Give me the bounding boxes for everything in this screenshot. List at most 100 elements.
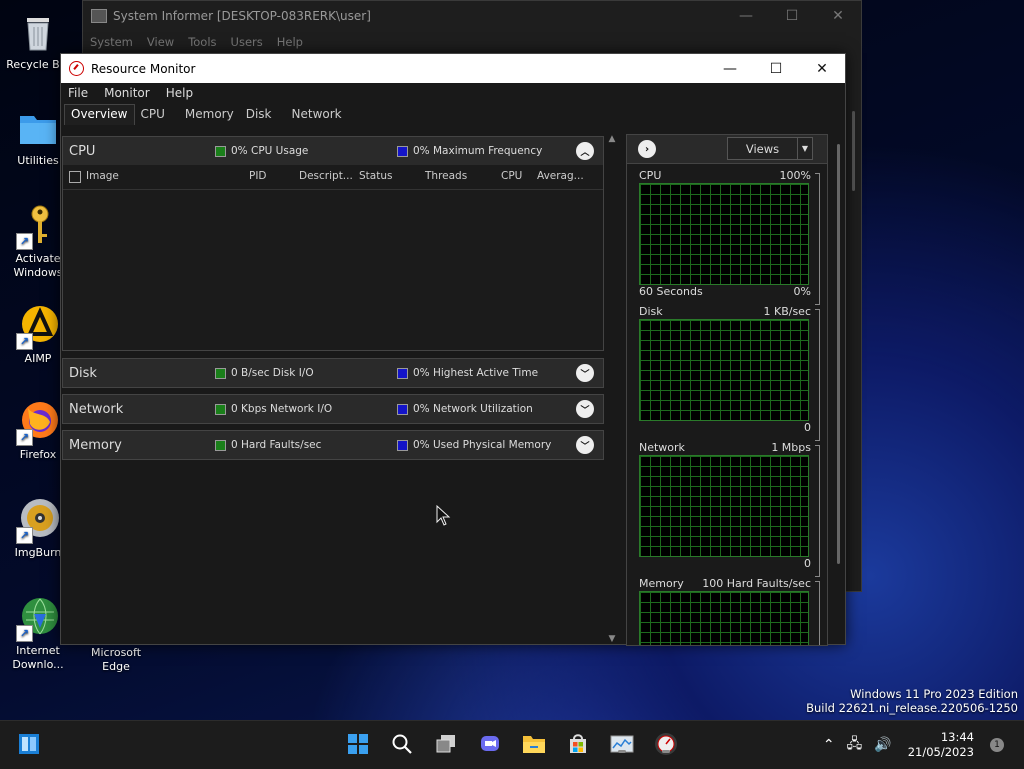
menu-help[interactable]: Help	[277, 35, 303, 49]
chart-min: 0	[804, 421, 811, 434]
cpu-panel-header[interactable]: CPU 0% CPU Usage 0% Maximum Frequency ︿	[63, 137, 603, 165]
tab-disk[interactable]: Disk	[240, 105, 278, 125]
microsoft-store-icon[interactable]	[565, 731, 591, 757]
column-average[interactable]: Averag...	[537, 170, 584, 182]
chart-label: Memory	[639, 577, 684, 590]
panel-title: Memory	[69, 437, 122, 453]
green-legend-square	[215, 403, 226, 415]
scrollbar-thumb[interactable]	[837, 144, 840, 564]
disk-panel[interactable]: Disk 0 B/sec Disk I/O 0% Highest Active …	[62, 358, 604, 388]
views-label: Views	[745, 141, 780, 156]
menu-users[interactable]: Users	[231, 35, 263, 49]
views-dropdown[interactable]: Views ▼	[727, 137, 813, 160]
chart-pane-scrollbar[interactable]	[836, 134, 842, 624]
disk-io-metric: 0 B/sec Disk I/O	[215, 367, 314, 379]
menu-monitor[interactable]: Monitor	[104, 86, 150, 100]
column-status[interactable]: Status	[359, 170, 392, 182]
resource-monitor-window[interactable]: Resource Monitor — ☐ ✕ File Monitor Help…	[60, 53, 846, 646]
chart-bracket	[815, 445, 820, 577]
show-hidden-icons-chevron-up-icon[interactable]: ⌃	[823, 737, 835, 753]
tab-network[interactable]: Network	[286, 105, 348, 125]
scroll-down-arrow-icon[interactable]: ▼	[607, 634, 617, 644]
idm-icon: ↗	[16, 596, 60, 642]
column-pid[interactable]: PID	[249, 170, 267, 182]
select-all-checkbox[interactable]	[69, 171, 81, 183]
menu-file[interactable]: File	[68, 86, 88, 100]
clock[interactable]: 13:44 21/05/2023	[908, 730, 974, 760]
tab-cpu[interactable]: CPU	[135, 105, 171, 125]
scrollbar[interactable]	[852, 111, 855, 191]
metric-text: 0% Used Physical Memory	[413, 439, 552, 451]
expand-chevron-down-icon[interactable]: ﹀	[576, 364, 594, 382]
system-informer-menubar: System View Tools Users Help	[83, 31, 861, 53]
memory-panel-header[interactable]: Memory 0 Hard Faults/sec 0% Used Physica…	[63, 431, 603, 459]
shortcut-arrow-icon: ↗	[16, 527, 33, 544]
recycle-bin-icon	[16, 10, 60, 54]
notification-badge[interactable]: 1	[990, 738, 1004, 752]
file-explorer-icon[interactable]	[521, 731, 547, 757]
volume-icon[interactable]: 🔊	[874, 737, 891, 753]
metric-text: 0 B/sec Disk I/O	[231, 367, 314, 379]
minimize-button[interactable]: —	[707, 54, 753, 83]
search-icon[interactable]	[389, 731, 415, 757]
desktop-icon-microsoft-edge[interactable]: Microsoft Edge	[78, 646, 154, 674]
menu-system[interactable]: System	[90, 35, 133, 49]
watermark-build: Build 22621.ni_release.220506-1250	[806, 701, 1018, 715]
cpu-chart: CPU 100% 60 Seconds 0%	[639, 169, 820, 305]
collapse-chart-pane-arrow-icon[interactable]: ›	[638, 140, 656, 158]
chart-max: 100 Hard Faults/sec	[702, 577, 811, 590]
resource-monitor-menubar: File Monitor Help	[61, 83, 845, 103]
shortcut-arrow-icon: ↗	[16, 233, 33, 250]
column-cpu[interactable]: CPU	[501, 170, 522, 182]
network-panel[interactable]: Network 0 Kbps Network I/O 0% Network Ut…	[62, 394, 604, 424]
column-image[interactable]: Image	[86, 170, 119, 182]
network-utilization-metric: 0% Network Utilization	[397, 403, 533, 415]
running-indicator	[618, 750, 626, 753]
task-view-icon[interactable]	[433, 731, 459, 757]
start-button-windows-icon[interactable]	[345, 731, 371, 757]
system-informer-titlebar[interactable]: System Informer [DESKTOP-083RERK\user] —…	[83, 1, 861, 31]
blue-legend-square	[397, 403, 408, 415]
system-informer-taskbar-icon[interactable]	[609, 731, 635, 757]
close-button[interactable]: ✕	[815, 1, 861, 31]
network-panel-header[interactable]: Network 0 Kbps Network I/O 0% Network Ut…	[63, 395, 603, 423]
chart-max: 100%	[779, 169, 811, 182]
teams-chat-icon[interactable]	[477, 731, 503, 757]
network-graph	[639, 455, 809, 557]
tab-overview[interactable]: Overview	[64, 104, 135, 125]
metric-text: 0% Highest Active Time	[413, 367, 539, 379]
menu-tools[interactable]: Tools	[188, 35, 216, 49]
column-description[interactable]: Descript...	[299, 170, 353, 182]
chart-pane-toolbar: › Views ▼	[627, 135, 827, 164]
collapse-chevron-up-icon[interactable]: ︿	[576, 142, 594, 160]
system-tray: ⌃ 🖧 🔊 13:44 21/05/2023 1	[823, 721, 1024, 769]
memory-panel[interactable]: Memory 0 Hard Faults/sec 0% Used Physica…	[62, 430, 604, 460]
cpu-usage-metric: 0% CPU Usage	[215, 145, 308, 157]
tab-memory[interactable]: Memory	[179, 105, 240, 125]
close-button[interactable]: ✕	[799, 54, 845, 83]
resource-monitor-taskbar-icon[interactable]	[653, 731, 679, 757]
system-informer-app-icon	[91, 9, 107, 23]
chart-min: 0%	[793, 285, 811, 298]
disk-panel-header[interactable]: Disk 0 B/sec Disk I/O 0% Highest Active …	[63, 359, 603, 387]
scroll-up-arrow-icon[interactable]: ▲	[607, 134, 617, 144]
resource-monitor-titlebar[interactable]: Resource Monitor — ☐ ✕	[61, 54, 845, 83]
network-chart: Network 1 Mbps 0	[639, 441, 820, 577]
metric-text: 0% CPU Usage	[231, 145, 309, 157]
maximize-button[interactable]: ☐	[753, 54, 799, 83]
window-title: System Informer [DESKTOP-083RERK\user]	[113, 9, 371, 23]
network-icon[interactable]: 🖧	[847, 733, 863, 757]
expand-chevron-down-icon[interactable]: ﹀	[576, 400, 594, 418]
column-threads[interactable]: Threads	[425, 170, 467, 182]
maximize-button[interactable]: ☐	[769, 1, 815, 31]
key-icon: ↗	[16, 204, 60, 250]
expand-chevron-down-icon[interactable]: ﹀	[576, 436, 594, 454]
menu-view[interactable]: View	[147, 35, 174, 49]
metric-text: 0 Kbps Network I/O	[231, 403, 333, 415]
menu-help[interactable]: Help	[166, 86, 193, 100]
chart-label: CPU	[639, 169, 662, 182]
desktop-icon-label: Internet Downlo...	[12, 644, 64, 671]
widgets-icon[interactable]	[16, 731, 42, 757]
left-pane-scrollbar[interactable]: ▲ ▼	[607, 134, 617, 644]
minimize-button[interactable]: —	[723, 1, 769, 31]
